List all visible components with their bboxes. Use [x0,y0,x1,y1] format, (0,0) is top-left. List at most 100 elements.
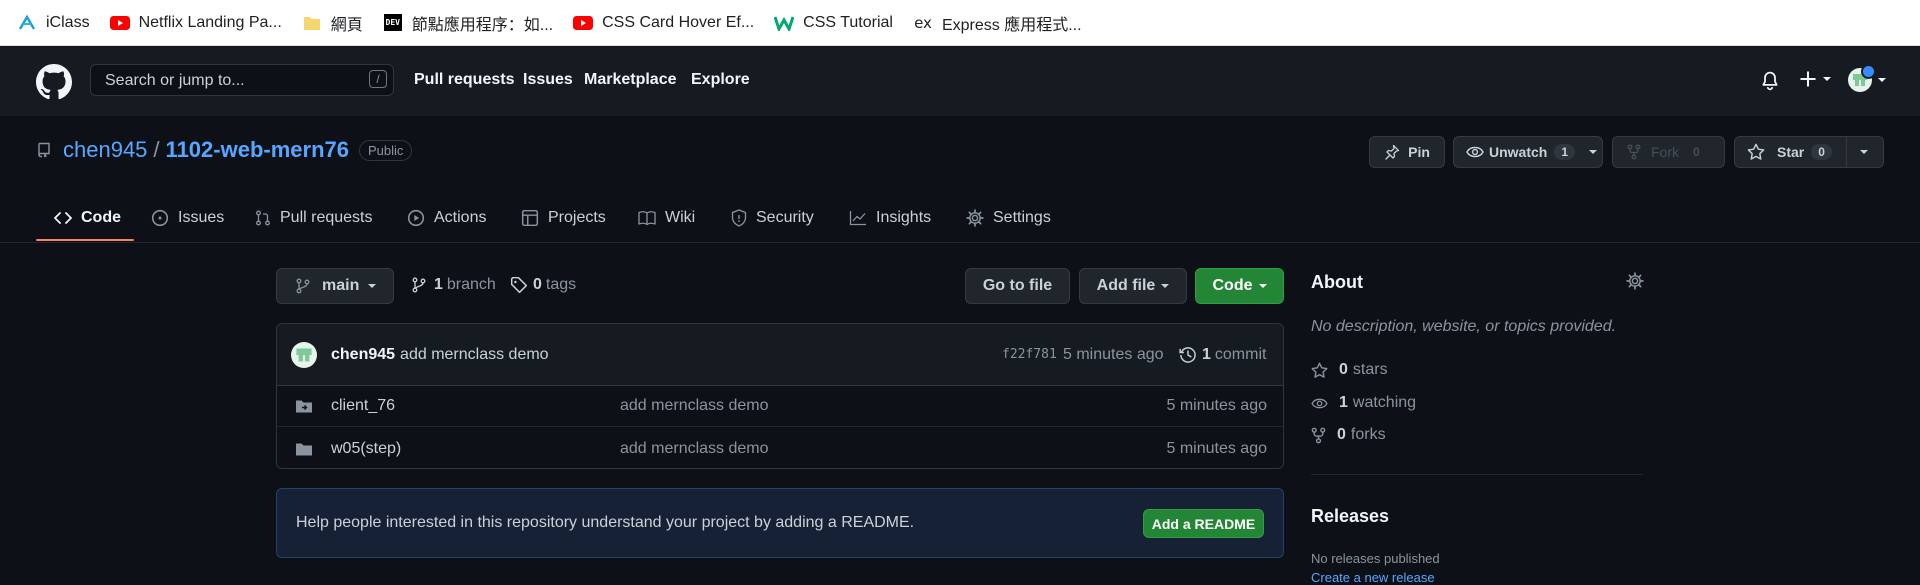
nav-issues[interactable]: Issues [523,71,573,89]
search-input[interactable] [91,65,357,97]
commit-sha[interactable]: f22f781 [1002,324,1057,385]
commit-count: 1 [1202,345,1211,363]
pull-request-icon [256,210,270,226]
repo-icon [36,141,52,159]
nav-pull-requests[interactable]: Pull requests [414,71,514,89]
readme-prompt-text: Help people interested in this repositor… [296,514,915,531]
bell-icon[interactable] [1761,71,1779,91]
w3schools-icon [774,13,795,33]
tab-actions[interactable]: Actions [407,194,486,242]
eye-icon [1311,398,1328,408]
code-icon [54,212,72,224]
tag-label: tags [545,276,577,293]
releases-heading[interactable]: Releases [1311,506,1389,527]
tab-code[interactable]: Code [54,194,121,242]
no-releases-text: No releases published [1311,551,1440,566]
plus-icon [1800,71,1816,87]
github-logo-icon[interactable] [36,64,72,100]
stars-label: stars [1352,361,1388,378]
eye-icon [1466,146,1484,158]
tab-label: Issues [178,209,225,226]
dev-icon: DEV [383,13,403,33]
bookmark-label: iClass [46,13,90,31]
star-button[interactable]: Star 0 [1734,136,1884,168]
table-icon [521,209,539,227]
repo-owner-link[interactable]: chen945 [63,137,147,163]
add-readme-banner: Help people interested in this repositor… [276,488,1284,558]
bookmark-label: Netflix Landing Pa... [138,13,282,31]
tab-issues[interactable]: Issues [151,194,224,242]
bookmark-css-card-hover[interactable]: CSS Card Hover Ef... [573,13,754,33]
star-icon [1747,143,1765,160]
repo-name-link[interactable]: 1102-web-mern76 [166,137,349,163]
file-commit-message[interactable]: add mernclass demo [620,385,769,426]
add-file-button[interactable]: Add file [1079,268,1187,304]
bookmark-folder-web[interactable]: 網頁 [302,11,363,35]
nav-explore[interactable]: Explore [691,71,750,89]
youtube-icon [573,13,594,33]
branch-count: 1 [434,276,443,293]
stars-link[interactable]: 0 stars [1311,361,1388,379]
stars-count: 0 [1339,361,1348,378]
create-new-dropdown[interactable] [1799,70,1831,88]
bookmark-iclass[interactable]: iClass [17,13,90,33]
watchers-link[interactable]: 1 watching [1311,394,1416,412]
bookmark-label: CSS Tutorial [803,13,893,31]
about-description: No description, website, or topics provi… [1311,318,1617,335]
bookmark-express[interactable]: ex Express 應用程式... [913,11,1082,35]
tab-settings[interactable]: Settings [966,194,1051,242]
tab-pull-requests[interactable]: Pull requests [255,194,373,242]
file-row: client_76 add mernclass demo 5 minutes a… [277,385,1283,426]
unwatch-label: Unwatch [1489,144,1548,160]
tab-wiki[interactable]: Wiki [638,194,695,242]
user-menu[interactable] [1848,64,1886,92]
avatar[interactable] [291,324,317,385]
forks-link[interactable]: 0 forks [1311,426,1386,444]
chevron-down-icon [1161,284,1170,288]
fork-icon [1311,427,1326,443]
add-readme-button[interactable]: Add a README [1143,509,1264,538]
create-release-link[interactable]: Create a new release [1311,570,1435,585]
shield-icon [731,209,747,227]
pin-button[interactable]: Pin [1369,136,1445,168]
branch-icon [296,278,310,294]
file-name-link[interactable]: w05(step) [331,427,401,468]
watching-label: watching [1352,394,1417,411]
bookmark-css-tutorial[interactable]: CSS Tutorial [774,13,893,33]
bookmark-label: 網頁 [330,16,363,34]
tab-security[interactable]: Security [731,194,814,242]
code-button[interactable]: Code [1195,268,1284,304]
commit-label: commit [1214,345,1267,363]
branch-selector[interactable]: main [276,268,394,304]
go-to-file-button[interactable]: Go to file [965,268,1070,304]
tab-label: Pull requests [280,209,373,226]
bookmark-netflix-landing[interactable]: Netflix Landing Pa... [109,13,282,33]
issue-opened-icon [151,209,169,227]
unwatch-dropdown[interactable] [1589,150,1598,154]
commit-author[interactable]: chen945 [331,346,395,364]
file-name-link[interactable]: client_76 [331,385,395,426]
nav-marketplace[interactable]: Marketplace [584,71,677,89]
search-box[interactable]: / [90,64,394,97]
tab-label: Settings [993,209,1051,226]
file-commit-message[interactable]: add mernclass demo [620,427,769,468]
fork-button[interactable]: Fork 0 [1612,136,1725,168]
tab-projects[interactable]: Projects [521,194,606,242]
commit-message[interactable]: add mernclass demo [400,346,549,364]
repo-separator: / [153,137,160,162]
fork-label: Fork [1651,144,1679,160]
bookmark-label: CSS Card Hover Ef... [602,13,755,31]
forks-count: 0 [1337,426,1346,443]
star-list-dropdown[interactable] [1860,150,1868,154]
tags-link[interactable]: 0 tags [510,276,576,294]
branch-name: main [322,277,360,294]
unwatch-button[interactable]: Unwatch 1 [1453,136,1603,168]
chevron-down-icon [1878,78,1886,82]
branches-link[interactable]: 1 branch [412,276,496,294]
commit-history-link[interactable]: 1 commit [1179,324,1266,385]
file-commit-time: 5 minutes ago [1166,439,1267,457]
gear-icon[interactable] [1626,272,1644,290]
bookmark-dev-node[interactable]: DEV 節點應用程序：如... [383,11,553,35]
iclass-icon [17,13,37,33]
tab-insights[interactable]: Insights [849,194,931,242]
